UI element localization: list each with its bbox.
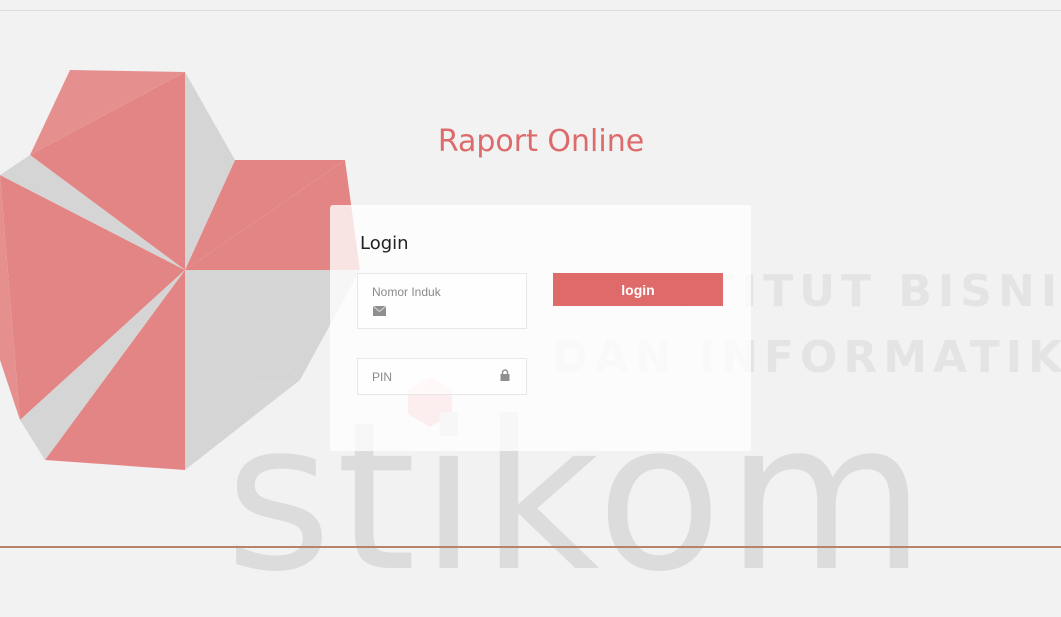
page-title: Raport Online [437, 124, 645, 159]
envelope-icon [373, 306, 386, 316]
login-button[interactable]: login [553, 273, 723, 306]
nomor-induk-input[interactable] [372, 285, 512, 299]
pin-field[interactable] [357, 358, 527, 395]
login-heading: Login [360, 233, 409, 254]
login-card: Login login [330, 205, 751, 451]
pin-input[interactable] [372, 370, 492, 384]
lock-icon [500, 369, 510, 381]
bottom-border [0, 546, 1061, 548]
nomor-induk-field[interactable] [357, 273, 527, 329]
